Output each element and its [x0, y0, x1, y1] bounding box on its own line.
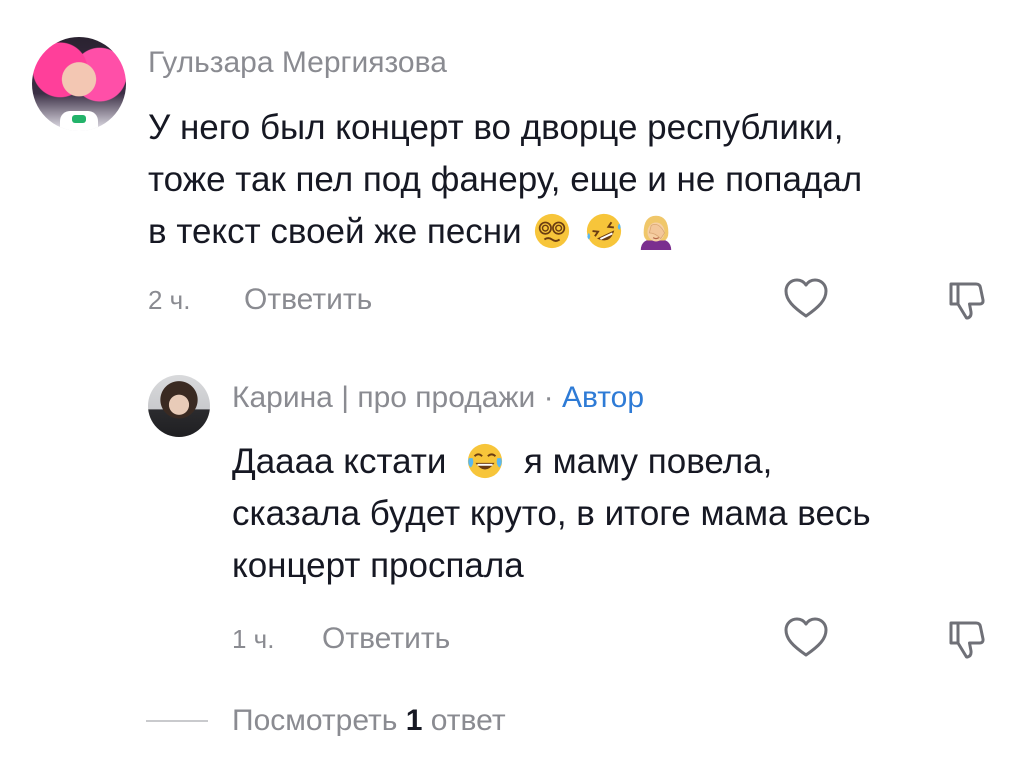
comment-line-text: Даааа кстати: [232, 442, 447, 481]
username-text: Карина | про продажи: [232, 381, 536, 414]
author-badge: Автор: [561, 381, 644, 414]
comment-username[interactable]: Карина | про продажи · Автор: [232, 383, 644, 413]
username-separator: ·: [543, 381, 554, 414]
reply-button[interactable]: Ответить: [322, 622, 450, 656]
comment-line: концерт проспала: [232, 546, 524, 585]
view-replies-count: 1: [405, 704, 423, 737]
view-replies-prefix: Посмотреть: [232, 704, 398, 737]
rolling-laughing-emoji: [587, 213, 622, 249]
view-replies-divider: [146, 720, 208, 722]
comment-time: 2 ч.: [148, 285, 191, 315]
tears-of-joy-emoji: [468, 443, 503, 479]
reply-button[interactable]: Ответить: [244, 283, 372, 317]
comment-line: в текст своей же песни: [148, 206, 862, 258]
facepalm-woman-emoji: [640, 215, 672, 250]
view-replies-button[interactable]: Посмотреть 1 ответ: [232, 704, 506, 738]
comment-username[interactable]: Гульзара Мергиязова: [148, 48, 447, 78]
username-text: Гульзара Мергиязова: [148, 46, 447, 79]
avatar[interactable]: [148, 375, 210, 437]
comment-text: Даааа кстати я маму повела, сказала буде…: [232, 436, 871, 592]
comment-time: 1 ч.: [232, 624, 275, 654]
comment-line-text: в текст своей же песни: [148, 212, 522, 251]
comment-line: тоже так пел под фанеру, еще и не попада…: [148, 160, 863, 199]
like-button[interactable]: [782, 274, 830, 322]
like-button[interactable]: [782, 613, 830, 661]
dizzy-face-emoji: [535, 213, 570, 249]
avatar-shirt-print: [72, 115, 86, 123]
avatar[interactable]: [32, 37, 126, 131]
comment-line: Даааа кстати я маму повела,: [232, 436, 871, 488]
comment-text: У него был концерт во дворце республики,…: [148, 102, 862, 258]
dislike-button[interactable]: [942, 615, 990, 663]
view-replies-suffix: ответ: [430, 704, 506, 737]
comment-line: сказала будет круто, в итоге мама весь: [232, 494, 871, 533]
heart-icon: [784, 278, 828, 318]
thumbs-down-icon: [949, 282, 985, 320]
heart-icon: [784, 617, 828, 657]
thumbs-down-icon: [949, 621, 985, 659]
comment-line-text: я маму повела,: [523, 442, 773, 481]
comment-line: У него был концерт во дворце республики,: [148, 108, 844, 147]
dislike-button[interactable]: [942, 276, 990, 324]
